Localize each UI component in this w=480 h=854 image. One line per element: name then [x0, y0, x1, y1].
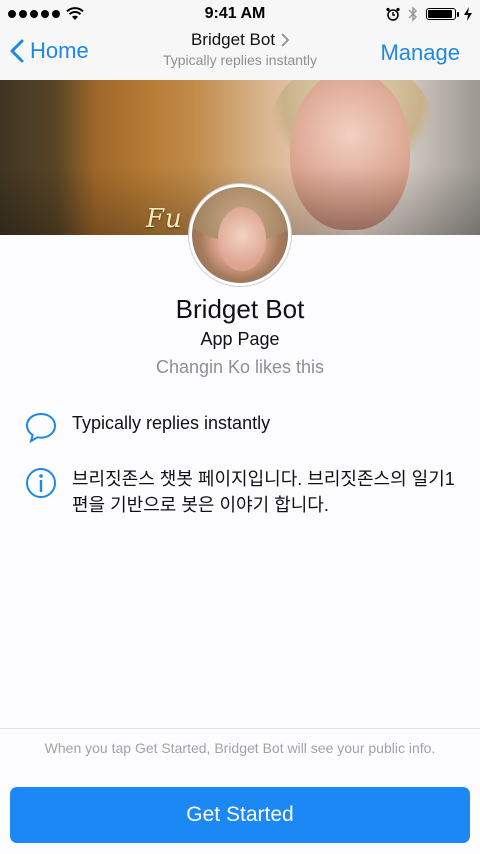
get-started-button[interactable]: Get Started	[10, 787, 470, 843]
privacy-disclaimer: When you tap Get Started, Bridget Bot wi…	[44, 740, 436, 756]
avatar	[189, 184, 291, 286]
about-text: 브리짓존스 챗봇 페이지입니다. 브리짓존스의 일기1편을 기반으로 봇은 이야…	[72, 469, 455, 515]
signal-icon	[8, 10, 60, 18]
info-icon	[26, 468, 56, 498]
response-text: Typically replies instantly	[72, 413, 271, 433]
navigation-bar: Home Bridget Bot Typically replies insta…	[0, 28, 480, 81]
page-type: App Page	[200, 329, 280, 349]
battery-icon	[425, 8, 459, 20]
chevron-right-icon	[281, 33, 290, 47]
about-row: 브리짓존스 챗봇 페이지입니다. 브리짓존스의 일기1편을 기반으로 봇은 이야…	[24, 466, 456, 518]
manage-button[interactable]: Manage	[380, 40, 460, 66]
status-bar: 9:41 AM	[0, 0, 480, 28]
charging-icon	[463, 7, 472, 21]
status-left	[8, 7, 84, 21]
likes-text: Changin Ko likes this	[155, 357, 325, 377]
response-row: Typically replies instantly	[24, 410, 456, 444]
status-time: 9:41 AM	[204, 5, 266, 22]
wifi-icon	[66, 7, 84, 20]
bluetooth-icon	[408, 6, 418, 22]
chat-bubble-icon	[25, 412, 57, 444]
page-name: Bridget Bot	[175, 294, 305, 324]
status-right	[386, 6, 472, 22]
alarm-icon	[386, 7, 400, 21]
nav-title-text: Bridget Bot	[190, 30, 276, 49]
footer-divider	[0, 728, 480, 729]
